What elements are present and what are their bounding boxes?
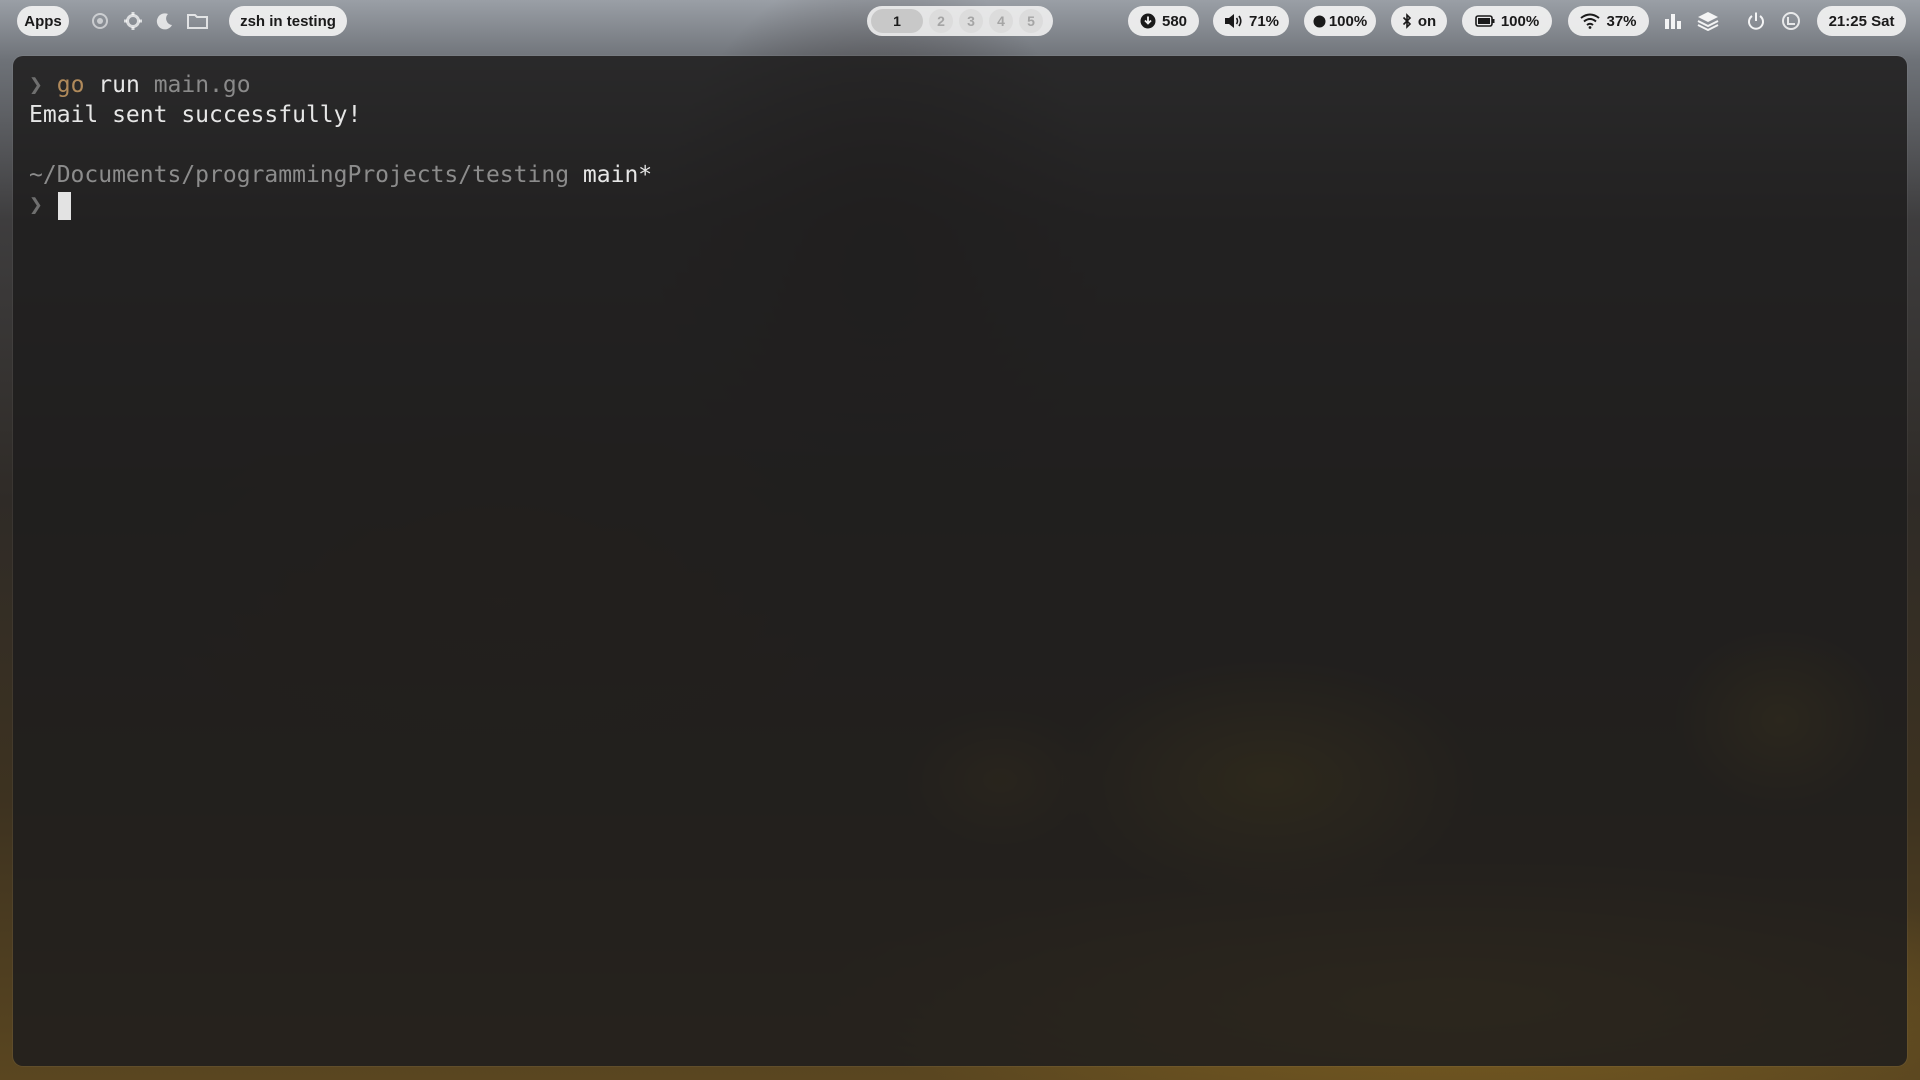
workspace-5[interactable]: 5 <box>1019 9 1043 33</box>
text-cursor <box>57 191 71 220</box>
screenshot-icon[interactable] <box>88 9 112 33</box>
workspace-2[interactable]: 2 <box>929 9 953 33</box>
command-name: go <box>56 72 85 98</box>
cwd-path: ~/Documents/programmingProjects/testing <box>29 162 570 188</box>
circle-icon <box>1313 15 1326 28</box>
apps-button[interactable]: Apps <box>17 6 69 36</box>
bar-chart-icon[interactable] <box>1661 9 1685 33</box>
moon-icon[interactable] <box>153 9 177 33</box>
volume-indicator[interactable]: 71% <box>1213 6 1289 36</box>
active-window-title: zsh in testing <box>229 6 347 36</box>
command-subcommand: run <box>98 72 140 98</box>
prompt-symbol: ❯ <box>29 72 43 98</box>
command-output: Email sent successfully! <box>29 102 362 128</box>
workspace-switcher: 1 2 3 4 5 <box>867 6 1053 36</box>
brightness-indicator[interactable]: 100% <box>1304 6 1376 36</box>
git-branch: main* <box>582 162 653 188</box>
wifi-indicator[interactable]: 37% <box>1568 6 1649 36</box>
top-bar: Apps zsh in testing 1 2 3 4 5 580 71% 10… <box>0 0 1920 42</box>
prompt-info: ~/Documents/programmingProjects/testing … <box>29 160 1907 190</box>
folder-icon[interactable] <box>186 9 210 33</box>
updates-indicator[interactable]: 580 <box>1128 6 1199 36</box>
wifi-icon <box>1580 13 1601 29</box>
calendar-icon[interactable] <box>1779 9 1803 33</box>
battery-indicator[interactable]: 100% <box>1462 6 1552 36</box>
speaker-icon <box>1223 13 1243 29</box>
terminal-window[interactable]: ❯ go run main.go Email sent successfully… <box>13 56 1907 1066</box>
workspace-1[interactable]: 1 <box>871 9 923 33</box>
settings-icon[interactable] <box>121 9 145 33</box>
bluetooth-icon <box>1402 13 1412 29</box>
clock[interactable]: 21:25 Sat <box>1817 6 1906 36</box>
workspace-4[interactable]: 4 <box>989 9 1013 33</box>
workspace-3[interactable]: 3 <box>959 9 983 33</box>
download-icon <box>1140 13 1156 29</box>
input-line[interactable]: ❯ <box>29 190 1907 220</box>
battery-icon <box>1475 15 1495 27</box>
command-argument: main.go <box>153 72 251 98</box>
prompt-symbol: ❯ <box>29 192 43 218</box>
power-icon[interactable] <box>1744 9 1768 33</box>
bluetooth-indicator[interactable]: on <box>1391 6 1447 36</box>
command-line: ❯ go run main.go <box>29 70 1907 100</box>
layers-icon[interactable] <box>1696 9 1720 33</box>
